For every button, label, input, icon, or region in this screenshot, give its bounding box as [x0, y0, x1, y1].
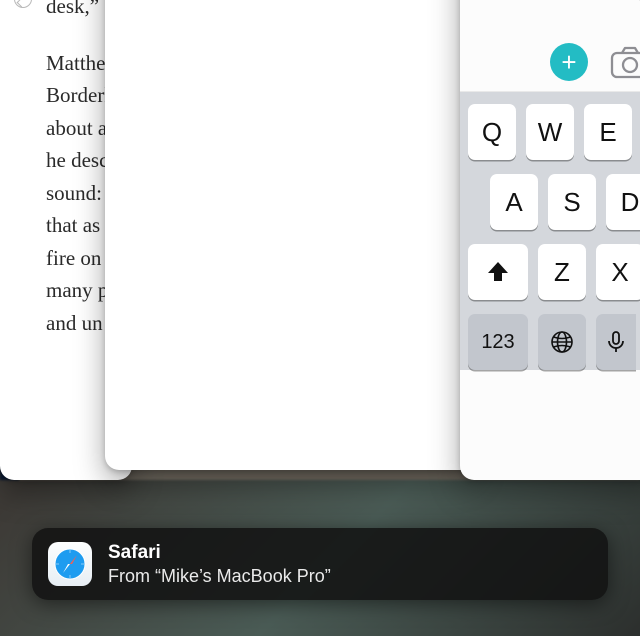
handoff-source: From “Mike’s MacBook Pro” [108, 565, 331, 588]
mic-icon [603, 329, 629, 355]
key-row-2: A S D [468, 174, 640, 230]
notes-app-card[interactable]: + Q W E A S D Z X [460, 0, 640, 480]
key-row-1: Q W E [468, 104, 640, 160]
blank-app-card[interactable] [105, 0, 475, 470]
notes-toolbar: + [460, 32, 640, 92]
key-a[interactable]: A [490, 174, 538, 230]
key-mic[interactable] [596, 314, 636, 370]
key-e[interactable]: E [584, 104, 632, 160]
search-pill-fragment [636, 0, 640, 4]
key-numbers[interactable]: 123 [468, 314, 528, 370]
app-switcher-stage: desk,” s Matthe Borderl about a he desc … [0, 0, 640, 636]
back-icon [14, 0, 32, 8]
key-row-4: 123 [468, 314, 640, 370]
add-button[interactable]: + [550, 43, 588, 81]
keyboard: Q W E A S D Z X 123 [460, 92, 640, 370]
handoff-banner[interactable]: Safari From “Mike’s MacBook Pro” [32, 528, 608, 600]
key-shift[interactable] [468, 244, 528, 300]
key-z[interactable]: Z [538, 244, 586, 300]
notes-header [460, 0, 640, 32]
safari-icon [48, 542, 92, 586]
key-x[interactable]: X [596, 244, 640, 300]
key-d[interactable]: D [606, 174, 640, 230]
key-row-3: Z X [468, 244, 640, 300]
key-s[interactable]: S [548, 174, 596, 230]
globe-icon [549, 329, 575, 355]
plus-icon: + [561, 49, 576, 75]
camera-icon[interactable] [610, 45, 640, 79]
key-globe[interactable] [538, 314, 586, 370]
handoff-app-name: Safari [108, 541, 331, 565]
handoff-text: Safari From “Mike’s MacBook Pro” [108, 541, 331, 587]
key-w[interactable]: W [526, 104, 574, 160]
shift-icon [485, 259, 511, 285]
key-q[interactable]: Q [468, 104, 516, 160]
